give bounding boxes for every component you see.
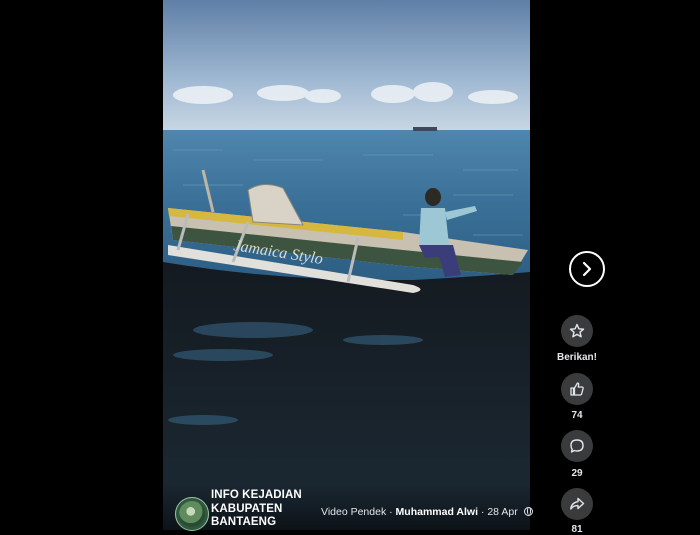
like-button[interactable]	[561, 373, 593, 405]
distant-ship	[413, 127, 437, 131]
author-name[interactable]: Muhammad Alwi	[396, 506, 478, 518]
star-icon	[569, 323, 585, 338]
chevron-right-icon	[582, 261, 592, 277]
give-star-label: Berikan!	[556, 352, 597, 363]
video-player[interactable]: Jamaica Stylo	[163, 0, 530, 530]
share-icon	[570, 497, 585, 510]
comment-button[interactable]	[561, 430, 593, 462]
page-name[interactable]: INFO KEJADIAN KABUPATEN BANTAENG	[211, 489, 311, 530]
meta-separator: ·	[389, 506, 393, 518]
post-type: Video Pendek	[321, 506, 387, 518]
give-star-button[interactable]	[561, 315, 593, 347]
avatar-image	[179, 501, 205, 527]
comment-icon	[570, 439, 584, 453]
like-count: 74	[571, 410, 583, 421]
post-meta: Video Pendek · Muhammad Alwi · 28 Apr	[321, 506, 533, 518]
meta-separator: ·	[480, 506, 485, 518]
thumbs-up-icon	[570, 382, 584, 396]
sky	[163, 0, 530, 132]
share-button[interactable]	[561, 488, 593, 520]
globe-icon	[523, 507, 533, 516]
page-avatar[interactable]	[175, 497, 209, 531]
video-frame-image: Jamaica Stylo	[163, 0, 530, 530]
next-video-button[interactable]	[569, 251, 605, 287]
post-date[interactable]: 28 Apr	[487, 506, 517, 518]
comment-count: 29	[571, 468, 583, 479]
